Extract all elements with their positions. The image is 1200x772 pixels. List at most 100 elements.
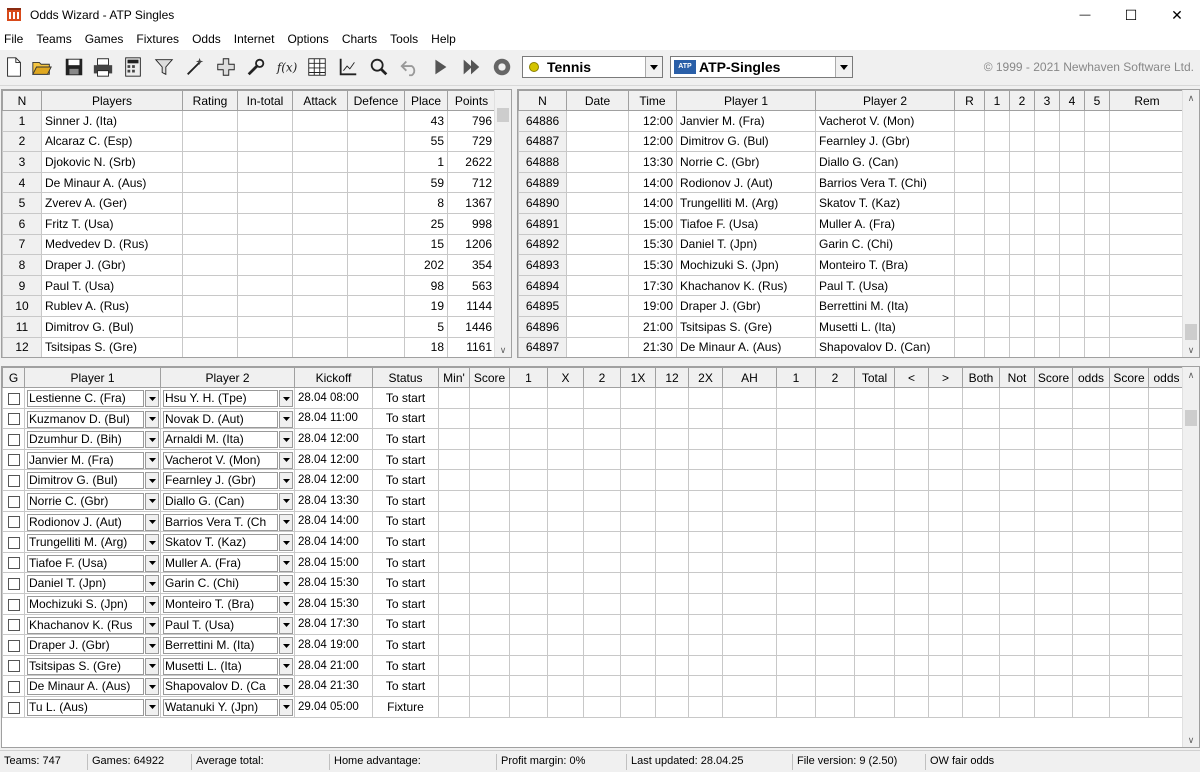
- odds-cell[interactable]: [688, 634, 723, 656]
- teams-cell[interactable]: 4: [2, 171, 42, 194]
- odds-cell[interactable]: [815, 572, 855, 594]
- odds-cell[interactable]: [1148, 469, 1185, 491]
- menu-help[interactable]: Help: [431, 30, 456, 50]
- player-2-dropdown[interactable]: Berrettini M. (Ita): [160, 634, 295, 656]
- teams-cell[interactable]: [182, 192, 238, 214]
- teams-cell[interactable]: [347, 130, 405, 153]
- fixtures-table-row[interactable]: Tu L. (Aus) Watanuki Y. (Jpn) 29.04 05:00 F…: [2, 695, 1185, 718]
- fixtures-table-row[interactable]: Dimitrov G. (Bul) Fearnley J. (Gbr) 28.04 …: [2, 469, 1185, 491]
- games-col-header[interactable]: Player 2: [815, 90, 955, 111]
- fixture-checkbox[interactable]: [7, 516, 20, 529]
- teams-cell[interactable]: 202: [404, 254, 448, 276]
- odds-cell[interactable]: [620, 551, 656, 574]
- games-cell[interactable]: [1059, 130, 1085, 153]
- odds-cell[interactable]: [1109, 387, 1149, 409]
- chevron-down-icon[interactable]: [279, 678, 293, 696]
- games-cell[interactable]: [1109, 315, 1185, 338]
- odds-cell[interactable]: [999, 572, 1035, 594]
- odds-cell[interactable]: [962, 469, 1000, 491]
- odds-cell[interactable]: [999, 551, 1035, 574]
- calculator-button[interactable]: [121, 55, 145, 79]
- games-cell[interactable]: [1059, 295, 1085, 317]
- odds-cell[interactable]: [547, 551, 584, 574]
- odds-cell[interactable]: [1072, 531, 1110, 553]
- teams-cell[interactable]: [347, 192, 405, 214]
- odds-cell[interactable]: [469, 634, 510, 656]
- odds-cell[interactable]: [469, 448, 510, 471]
- fixtures-col-header[interactable]: odds: [1148, 367, 1185, 388]
- games-cell[interactable]: [954, 151, 985, 173]
- status-cell[interactable]: To start: [372, 489, 439, 512]
- odds-cell[interactable]: [688, 675, 723, 697]
- teams-table-row[interactable]: 3 Djokovic N. (Srb) 1 2622: [2, 151, 496, 173]
- games-cell[interactable]: 15:30: [628, 254, 677, 276]
- fixture-select-cell[interactable]: [2, 695, 25, 718]
- odds-cell[interactable]: [688, 613, 723, 636]
- teams-cell[interactable]: [237, 295, 293, 317]
- teams-cell[interactable]: [182, 254, 238, 276]
- odds-cell[interactable]: [1148, 592, 1185, 615]
- fixture-select-cell[interactable]: [2, 613, 25, 636]
- teams-cell[interactable]: [237, 274, 293, 297]
- odds-cell[interactable]: [620, 387, 656, 409]
- odds-cell[interactable]: [999, 407, 1035, 430]
- games-cell[interactable]: [1009, 192, 1035, 214]
- games-cell[interactable]: [1084, 130, 1110, 153]
- fixtures-col-header[interactable]: 12: [655, 367, 689, 388]
- teams-cell[interactable]: Sinner J. (Ita): [41, 110, 183, 132]
- odds-cell[interactable]: [547, 592, 584, 615]
- odds-cell[interactable]: [999, 469, 1035, 491]
- games-cell[interactable]: 64887: [518, 130, 567, 153]
- teams-table-row[interactable]: 10 Rublev A. (Rus) 19 1144: [2, 295, 496, 317]
- games-col-header[interactable]: Date: [566, 90, 629, 111]
- games-col-header[interactable]: 2: [1009, 90, 1035, 111]
- teams-cell[interactable]: [237, 151, 293, 173]
- games-cell[interactable]: [1009, 254, 1035, 276]
- odds-cell[interactable]: [854, 428, 895, 450]
- teams-cell[interactable]: 1144: [447, 295, 496, 317]
- fixture-select-cell[interactable]: [2, 489, 25, 512]
- games-cell[interactable]: [1084, 295, 1110, 317]
- teams-cell[interactable]: 15: [404, 233, 448, 256]
- player-2-value[interactable]: Muller A. (Fra): [163, 554, 278, 572]
- games-cell[interactable]: [1034, 315, 1060, 338]
- teams-cell[interactable]: Medvedev D. (Rus): [41, 233, 183, 256]
- games-cell[interactable]: Rodionov J. (Aut): [676, 171, 816, 194]
- odds-cell[interactable]: [438, 448, 470, 471]
- teams-cell[interactable]: [292, 233, 348, 256]
- teams-cell[interactable]: 5: [404, 315, 448, 338]
- games-cell[interactable]: [984, 315, 1010, 338]
- games-cell[interactable]: [1084, 336, 1110, 357]
- odds-cell[interactable]: [1109, 675, 1149, 697]
- odds-cell[interactable]: [1034, 428, 1073, 450]
- odds-cell[interactable]: [962, 387, 1000, 409]
- odds-cell[interactable]: [1072, 675, 1110, 697]
- games-cell[interactable]: [1059, 315, 1085, 338]
- games-table-row[interactable]: 64897 21:30 De Minaur A. (Aus) Shapovalov D…: [518, 336, 1185, 357]
- player-2-value[interactable]: Watanuki Y. (Jpn): [163, 698, 278, 716]
- odds-cell[interactable]: [547, 469, 584, 491]
- kickoff-cell[interactable]: 28.04 15:30: [294, 572, 373, 594]
- odds-cell[interactable]: [438, 428, 470, 450]
- teams-cell[interactable]: 1: [404, 151, 448, 173]
- games-cell[interactable]: [1059, 233, 1085, 256]
- games-cell[interactable]: [954, 274, 985, 297]
- teams-table-row[interactable]: 5 Zverev A. (Ger) 8 1367: [2, 192, 496, 214]
- odds-cell[interactable]: [815, 675, 855, 697]
- fixtures-table-row[interactable]: De Minaur A. (Aus) Shapovalov D. (Ca 28.04…: [2, 675, 1185, 697]
- odds-cell[interactable]: [722, 654, 777, 677]
- fixtures-table-row[interactable]: Dzumhur D. (Bih) Arnaldi M. (Ita) 28.04 12…: [2, 428, 1185, 450]
- odds-cell[interactable]: [509, 572, 548, 594]
- chevron-down-icon[interactable]: [279, 492, 293, 510]
- games-cell[interactable]: 14:00: [628, 192, 677, 214]
- odds-cell[interactable]: [469, 428, 510, 450]
- odds-cell[interactable]: [962, 428, 1000, 450]
- odds-cell[interactable]: [620, 572, 656, 594]
- odds-cell[interactable]: [894, 531, 929, 553]
- games-cell[interactable]: 12:00: [628, 130, 677, 153]
- odds-cell[interactable]: [1072, 428, 1110, 450]
- games-cell[interactable]: [566, 295, 629, 317]
- games-cell[interactable]: [1109, 254, 1185, 276]
- games-cell[interactable]: [984, 192, 1010, 214]
- games-cell[interactable]: [1034, 192, 1060, 214]
